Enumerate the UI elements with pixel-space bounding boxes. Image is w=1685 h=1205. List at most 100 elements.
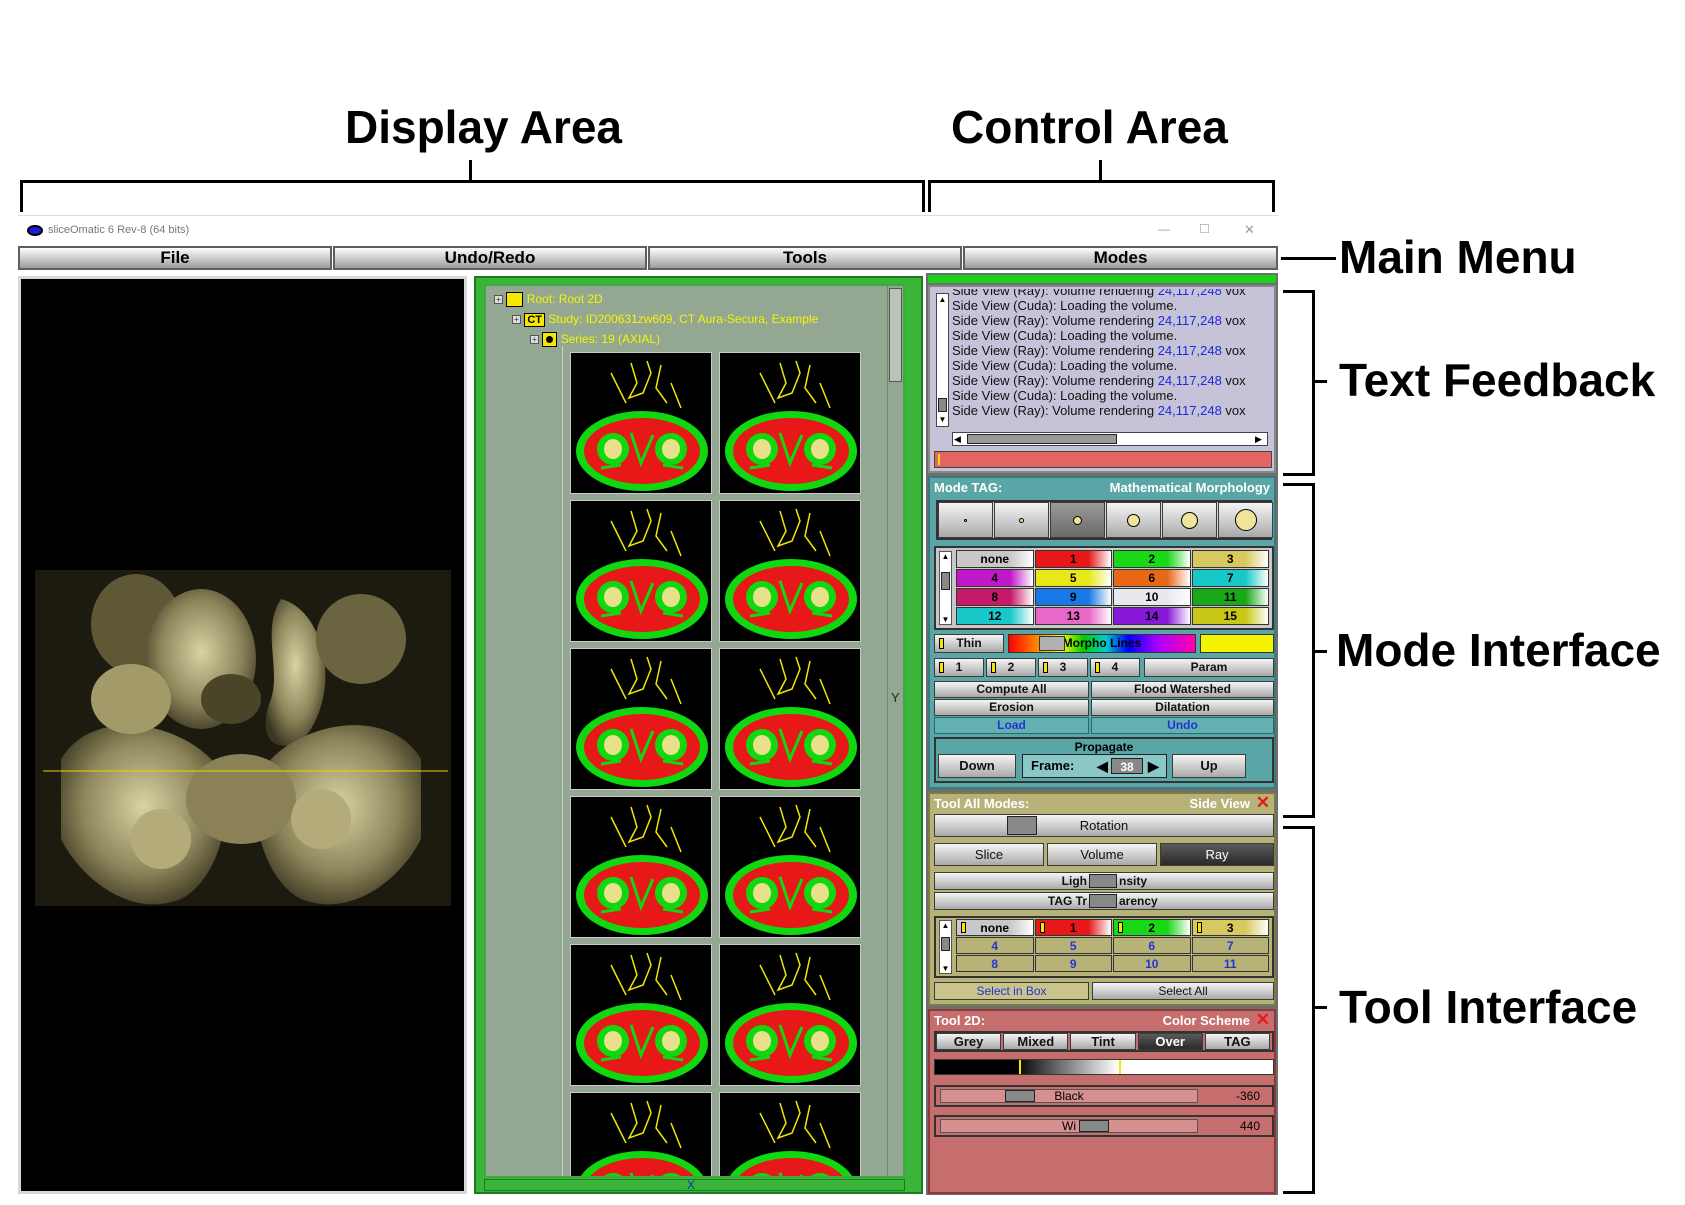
menu-undo-redo[interactable]: Undo/Redo: [333, 246, 647, 270]
menu-tools[interactable]: Tools: [648, 246, 962, 270]
morpho-color-swatch[interactable]: [1200, 634, 1274, 653]
slice-thumbnail[interactable]: [719, 648, 861, 790]
light-thumb[interactable]: [1089, 874, 1117, 888]
frame-next-icon[interactable]: ▶: [1148, 755, 1159, 777]
tree-series[interactable]: + Series: 19 (AXIAL): [530, 332, 660, 348]
expand-icon[interactable]: +: [512, 315, 521, 325]
structuring-element-button[interactable]: 1: [934, 658, 984, 677]
tag-cell[interactable]: 13: [1034, 607, 1112, 625]
scroll-thumb[interactable]: [889, 288, 902, 382]
brush-size-button[interactable]: [1218, 502, 1273, 538]
brush-size-button[interactable]: [1050, 502, 1105, 538]
light-intensity-slider[interactable]: Ligh nsity: [934, 872, 1274, 890]
tool-tag-cell[interactable]: 1: [1034, 919, 1112, 936]
ramp-high-marker[interactable]: [1119, 1060, 1121, 1074]
command-input[interactable]: [934, 451, 1272, 468]
tool-tag-cell[interactable]: 10: [1113, 955, 1191, 972]
volume-button[interactable]: Volume: [1047, 843, 1157, 866]
feedback-scroll-down-icon[interactable]: ▼: [937, 414, 948, 425]
structuring-element-button[interactable]: 4: [1090, 658, 1140, 677]
tree-study[interactable]: + CT Study: ID200631zw609, CT Aura-Secur…: [512, 312, 818, 328]
select-in-box-button[interactable]: Select in Box: [934, 982, 1089, 1000]
feedback-scroll-thumb[interactable]: [938, 398, 947, 412]
menu-modes[interactable]: Modes: [963, 246, 1278, 270]
slice-thumbnail[interactable]: [570, 500, 712, 642]
tag-cell[interactable]: 9: [1034, 588, 1112, 606]
feedback-hscroll[interactable]: ◀ ▶: [952, 432, 1268, 446]
param-button[interactable]: Param: [1144, 658, 1274, 677]
frame-prev-icon[interactable]: ◀: [1097, 755, 1108, 777]
tag-cell[interactable]: 7: [1191, 569, 1269, 587]
morpho-lines-slider[interactable]: Morpho Lines: [1008, 634, 1196, 653]
propagate-up-button[interactable]: Up: [1172, 754, 1246, 778]
tag-cell[interactable]: 14: [1113, 607, 1191, 625]
expand-icon[interactable]: +: [530, 335, 539, 345]
white-level-slider[interactable]: Wi 440: [934, 1115, 1274, 1137]
slice-thumbnail[interactable]: [719, 1092, 861, 1176]
tag-cell[interactable]: 6: [1113, 569, 1191, 587]
vertical-scrollbar[interactable]: Y: [887, 286, 903, 1176]
tag-cell[interactable]: 5: [1034, 569, 1112, 587]
feedback-scroll-up-icon[interactable]: ▲: [937, 294, 948, 305]
ramp-low-marker[interactable]: [1019, 1060, 1021, 1074]
slice-thumbnail[interactable]: [570, 1092, 712, 1176]
tool-tag-cell[interactable]: 11: [1191, 955, 1269, 972]
tool-tag-cell[interactable]: 9: [1034, 955, 1112, 972]
tool-tag-cell[interactable]: 3: [1191, 919, 1269, 936]
slice-thumbnail[interactable]: [570, 944, 712, 1086]
tool-tag-cell[interactable]: 8: [956, 955, 1034, 972]
morpho-slider-thumb[interactable]: [1039, 636, 1065, 651]
tag-cell[interactable]: 8: [956, 588, 1034, 606]
tag-cell[interactable]: 10: [1113, 588, 1191, 606]
white-thumb[interactable]: [1079, 1120, 1109, 1132]
frame-value[interactable]: 38: [1111, 758, 1143, 774]
tool-tag-scroll[interactable]: ▲ ▼: [939, 920, 952, 974]
color-scheme-button[interactable]: Tint: [1070, 1033, 1136, 1050]
tag-grid-scroll[interactable]: ▲ ▼: [939, 551, 952, 625]
slice-thumbnail[interactable]: [570, 648, 712, 790]
tool-tag-cell[interactable]: 5: [1034, 937, 1112, 954]
ray-button[interactable]: Ray: [1160, 843, 1274, 866]
tag-cell[interactable]: 2: [1113, 550, 1191, 568]
tool-tag-cell[interactable]: 2: [1113, 919, 1191, 936]
slice-thumbnail[interactable]: [719, 944, 861, 1086]
color-scheme-button[interactable]: TAG: [1204, 1033, 1270, 1050]
thin-toggle[interactable]: Thin: [934, 634, 1004, 653]
erosion-button[interactable]: Erosion: [934, 699, 1089, 716]
close-tool-2d-icon[interactable]: ✕: [1256, 1010, 1270, 1030]
hscroll-thumb[interactable]: [967, 434, 1117, 444]
slice-thumbnail[interactable]: [570, 796, 712, 938]
color-scheme-button[interactable]: Grey: [936, 1033, 1002, 1050]
close-tool-icon[interactable]: ✕: [1256, 793, 1270, 813]
tag-cell[interactable]: none: [956, 550, 1034, 568]
brush-size-button[interactable]: [994, 502, 1049, 538]
tool-tag-cell[interactable]: none: [956, 919, 1034, 936]
slice-thumbnail[interactable]: [719, 352, 861, 494]
slice-thumbnail[interactable]: [719, 796, 861, 938]
tag-trans-thumb[interactable]: [1089, 894, 1117, 908]
maximize-icon[interactable]: □: [1200, 220, 1209, 237]
tag-cell[interactable]: 1: [1034, 550, 1112, 568]
close-icon[interactable]: ✕: [1244, 222, 1255, 238]
slice-thumbnail[interactable]: [719, 500, 861, 642]
grey-ramp[interactable]: [934, 1059, 1274, 1075]
feedback-scroll-track[interactable]: ▲ ▼: [936, 293, 949, 427]
brush-size-button[interactable]: [1162, 502, 1217, 538]
rotation-thumb[interactable]: [1007, 816, 1037, 835]
tool-tag-cell[interactable]: 7: [1191, 937, 1269, 954]
side-view-3d[interactable]: [18, 276, 467, 1194]
propagate-down-button[interactable]: Down: [938, 754, 1016, 778]
rotation-slider[interactable]: Rotation: [934, 814, 1274, 837]
tag-cell[interactable]: 11: [1191, 588, 1269, 606]
structuring-element-button[interactable]: 2: [986, 658, 1036, 677]
black-thumb[interactable]: [1005, 1090, 1035, 1102]
compute-all-button[interactable]: Compute All: [934, 681, 1089, 698]
hscroll-right-icon[interactable]: ▶: [1255, 433, 1262, 445]
slice-button[interactable]: Slice: [934, 843, 1044, 866]
hscroll-left-icon[interactable]: ◀: [954, 433, 961, 445]
undo-button[interactable]: Undo: [1091, 717, 1274, 734]
brush-size-button[interactable]: [1106, 502, 1161, 538]
color-scheme-button[interactable]: Mixed: [1003, 1033, 1069, 1050]
flood-watershed-button[interactable]: Flood Watershed: [1091, 681, 1274, 698]
tag-cell[interactable]: 12: [956, 607, 1034, 625]
